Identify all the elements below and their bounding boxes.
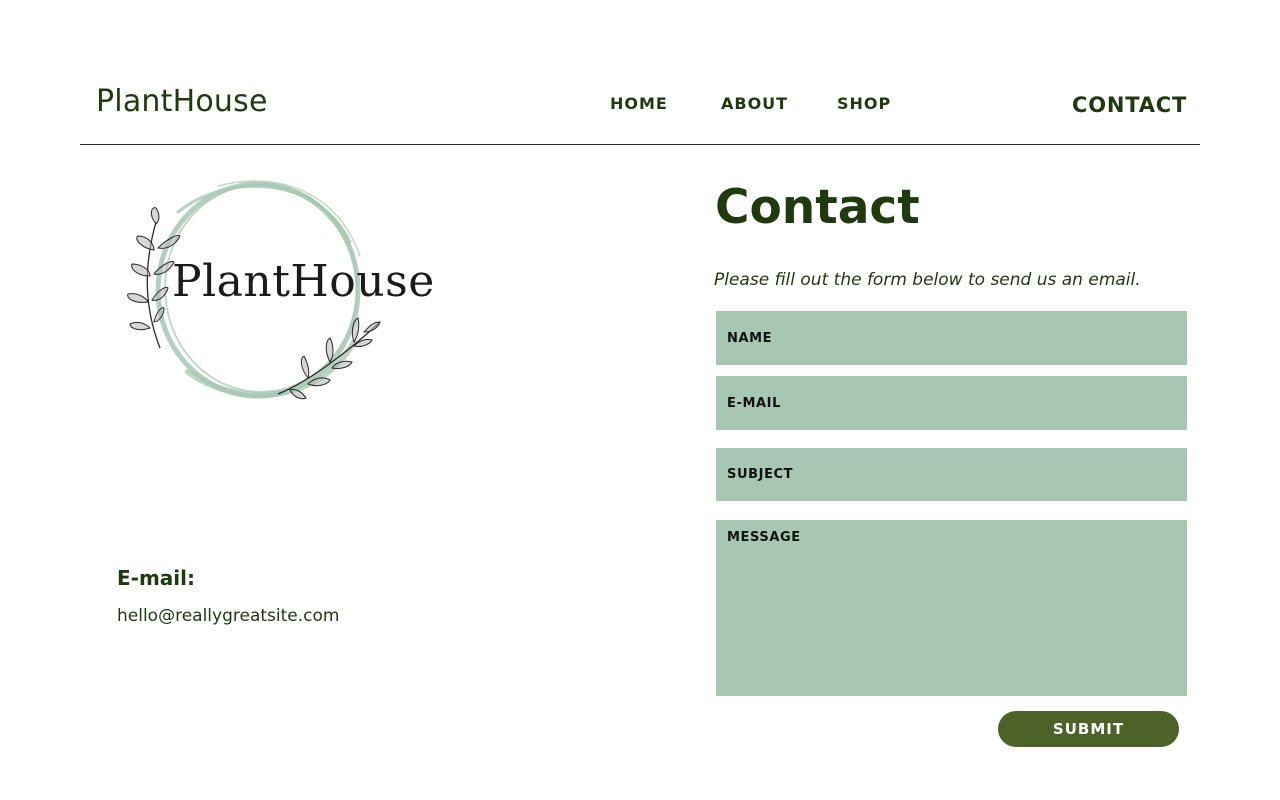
subject-field[interactable]	[716, 448, 1187, 501]
email-address-link[interactable]: hello@reallygreatsite.com	[117, 606, 339, 626]
nav-about-link[interactable]: ABOUT	[721, 94, 788, 113]
message-field[interactable]	[716, 520, 1187, 696]
header-divider	[80, 144, 1200, 145]
logo-wordmark: PlantHouse	[172, 256, 435, 307]
page-title: Contact	[715, 180, 920, 235]
nav-shop-link[interactable]: SHOP	[837, 94, 891, 113]
nav-home-link[interactable]: HOME	[610, 94, 668, 113]
brand-logo-text[interactable]: PlantHouse	[96, 84, 268, 119]
email-field[interactable]	[716, 376, 1187, 430]
submit-button[interactable]: SUBMIT	[998, 711, 1179, 747]
name-field[interactable]	[716, 311, 1187, 365]
nav-contact-link[interactable]: CONTACT	[1072, 93, 1187, 117]
email-heading: E-mail:	[117, 566, 196, 590]
form-intro-text: Please fill out the form below to send u…	[714, 270, 1141, 290]
